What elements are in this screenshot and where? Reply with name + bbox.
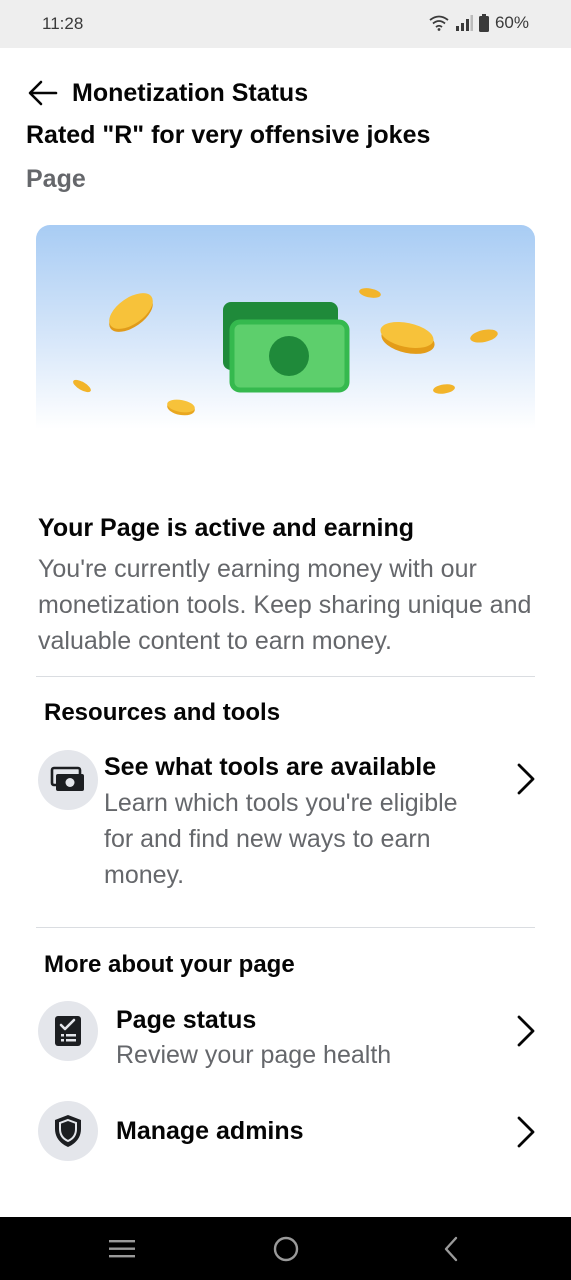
tools-available-row[interactable]: See what tools are available Learn which… bbox=[38, 750, 538, 890]
row-subtitle: Learn which tools you're eligible for an… bbox=[104, 789, 458, 889]
bill-icon bbox=[223, 302, 350, 393]
status-description: You're currently earning money with our … bbox=[38, 555, 532, 655]
coin-icon bbox=[109, 293, 153, 332]
status-icons: 60% bbox=[429, 13, 529, 33]
divider bbox=[36, 676, 535, 677]
more-heading: More about your page bbox=[44, 951, 295, 978]
status-title: Your Page is active and earning bbox=[38, 514, 415, 542]
shield-icon bbox=[38, 1101, 98, 1161]
status-time: 11:28 bbox=[42, 14, 84, 33]
page-title: Monetization Status bbox=[72, 78, 309, 107]
wifi-icon bbox=[429, 15, 449, 31]
resources-heading: Resources and tools bbox=[44, 699, 281, 726]
row-title: Page status bbox=[116, 1006, 257, 1034]
status-bar: 11:28 60% bbox=[0, 0, 571, 48]
row-title: Manage admins bbox=[116, 1117, 304, 1145]
divider bbox=[36, 927, 535, 928]
money-coins-illustration bbox=[36, 225, 535, 465]
row-subtitle: Review your page health bbox=[116, 1041, 392, 1069]
arrow-left-icon[interactable] bbox=[26, 76, 60, 110]
system-nav-bar bbox=[0, 1217, 571, 1280]
row-title: See what tools are available bbox=[104, 753, 437, 781]
page-name: Rated "R" for very offensive jokes bbox=[26, 121, 431, 149]
recent-apps-icon[interactable] bbox=[108, 1235, 136, 1263]
signal-icon bbox=[455, 15, 473, 31]
page-status-row[interactable]: Page status Review your page health bbox=[38, 1000, 538, 1069]
home-icon[interactable] bbox=[272, 1235, 300, 1263]
chevron-right-icon bbox=[517, 763, 535, 795]
header: Monetization Status bbox=[26, 76, 308, 110]
manage-admins-row[interactable]: Manage admins bbox=[38, 1101, 538, 1163]
battery-icon bbox=[478, 14, 489, 32]
checklist-icon bbox=[38, 1001, 98, 1061]
page-type: Page bbox=[26, 165, 86, 193]
money-tools-icon bbox=[38, 750, 98, 810]
battery-percent: 60% bbox=[494, 13, 529, 32]
back-nav-icon[interactable] bbox=[438, 1235, 466, 1263]
chevron-right-icon bbox=[517, 1116, 535, 1148]
chevron-right-icon bbox=[517, 1015, 535, 1047]
